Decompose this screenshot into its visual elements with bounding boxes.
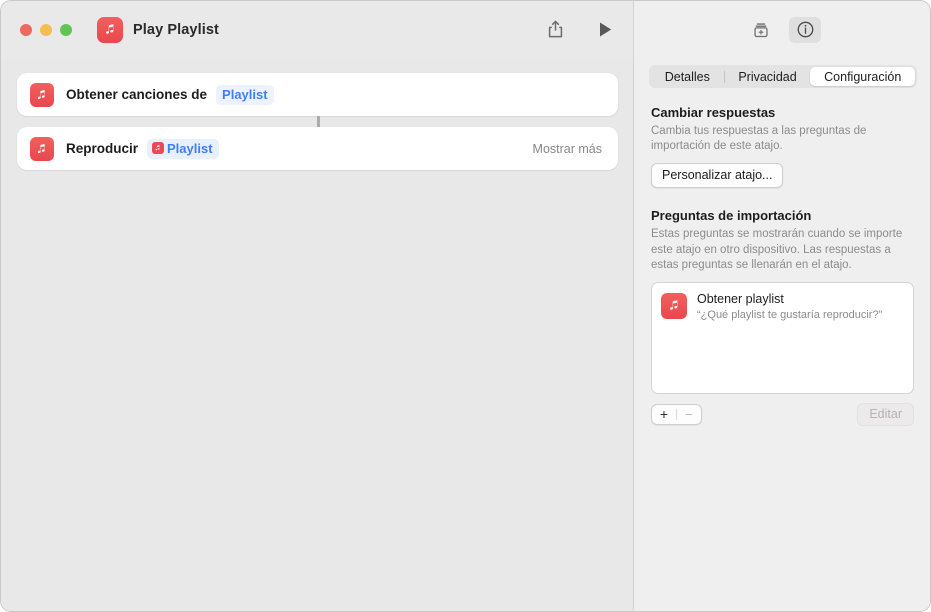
music-note-icon xyxy=(30,136,54,161)
zoom-button[interactable] xyxy=(60,23,72,36)
action-variable-token[interactable]: Playlist xyxy=(147,138,219,159)
shortcuts-window: Play Playlist Obtener canciones de Playl… xyxy=(0,0,931,612)
import-questions-footer: + − Editar xyxy=(651,402,914,426)
inspector-toolbar xyxy=(634,1,930,58)
add-question-button[interactable]: + xyxy=(652,405,676,424)
window-titlebar: Play Playlist xyxy=(1,1,633,58)
customize-shortcut-button[interactable]: Personalizar atajo... xyxy=(651,163,784,189)
action-card[interactable]: Reproducir Playlist Mostrar más xyxy=(17,127,618,170)
change-answers-description: Cambia tus respuestas a las preguntas de… xyxy=(651,125,867,153)
list-item[interactable]: Obtener playlist “¿Qué playlist te gusta… xyxy=(652,283,913,323)
tab-configuracion[interactable]: Configuración xyxy=(810,67,915,86)
inspector-tabs: Detalles Privacidad Configuración xyxy=(649,65,917,88)
music-note-icon xyxy=(97,16,123,43)
import-questions-description: Estas preguntas se mostrarán cuando se i… xyxy=(651,228,903,271)
page-title: Play Playlist xyxy=(133,21,219,38)
music-note-icon xyxy=(661,292,687,319)
remove-question-button[interactable]: − xyxy=(677,405,701,424)
edit-button[interactable]: Editar xyxy=(857,402,914,426)
minimize-button[interactable] xyxy=(40,23,52,36)
change-answers-heading: Cambiar respuestas xyxy=(651,105,776,120)
shortcut-canvas: Obtener canciones de Playlist Reproducir xyxy=(1,58,633,611)
action-parameter-chip[interactable]: Playlist xyxy=(216,84,274,105)
inspector-pane: Detalles Privacidad Configuración Cambia… xyxy=(634,1,930,611)
inspector-content: Cambiar respuestas Cambia tus respuestas… xyxy=(634,88,930,426)
add-to-library-icon[interactable] xyxy=(745,17,777,43)
info-circle-icon[interactable] xyxy=(789,16,821,43)
tab-privacidad[interactable]: Privacidad xyxy=(725,67,811,86)
action-card[interactable]: Obtener canciones de Playlist xyxy=(17,73,618,116)
import-questions-list[interactable]: Obtener playlist “¿Qué playlist te gusta… xyxy=(651,281,914,394)
editor-pane: Play Playlist Obtener canciones de Playl… xyxy=(1,1,633,611)
variable-label: Playlist xyxy=(167,140,213,156)
play-icon[interactable] xyxy=(591,16,619,44)
music-note-icon xyxy=(152,142,165,154)
titlebar-actions xyxy=(541,1,619,58)
share-icon[interactable] xyxy=(541,16,569,44)
list-item-text: Obtener playlist “¿Qué playlist te gusta… xyxy=(697,292,882,323)
music-note-icon xyxy=(30,82,54,107)
import-questions-heading: Preguntas de importación xyxy=(651,208,812,224)
question-title: Obtener playlist xyxy=(697,291,784,306)
action-label: Obtener canciones de xyxy=(66,87,208,102)
close-button[interactable] xyxy=(20,23,32,36)
question-prompt: “¿Qué playlist te gustaría reproducir?” xyxy=(697,309,883,322)
traffic-lights xyxy=(20,23,72,36)
tab-detalles[interactable]: Detalles xyxy=(651,67,724,86)
action-label: Reproducir xyxy=(66,141,139,156)
add-remove-segmented-control: + − xyxy=(651,403,702,425)
show-more-button[interactable]: Mostrar más xyxy=(533,142,602,156)
